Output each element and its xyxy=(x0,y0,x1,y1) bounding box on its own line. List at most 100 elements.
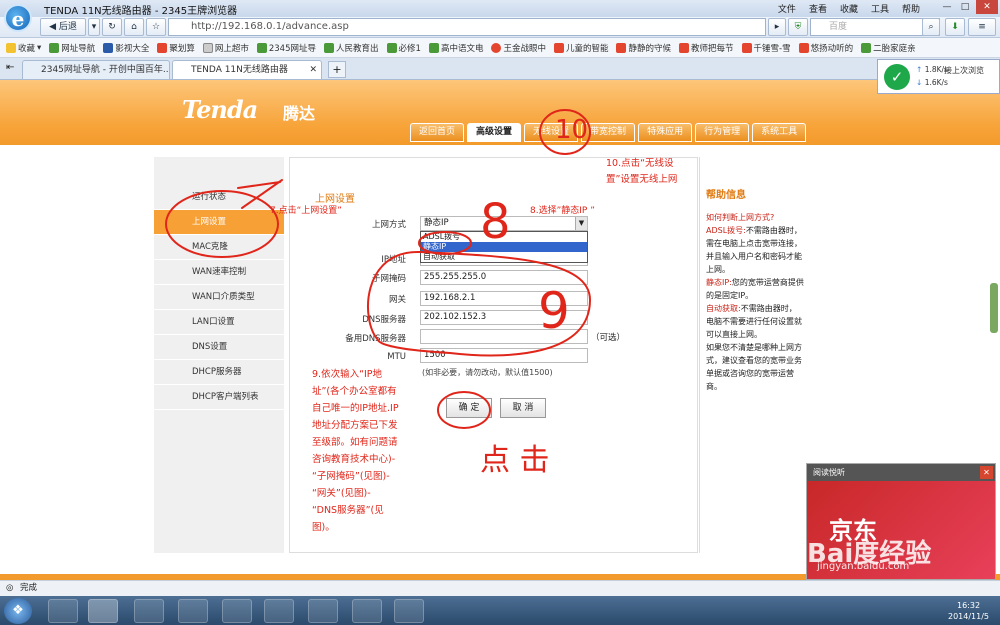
tab-label: TENDA 11N无线路由器 xyxy=(191,65,288,75)
bookmark-label: 教师把每节 xyxy=(691,43,734,54)
taskbar-folder-icon[interactable] xyxy=(352,599,382,623)
ad-header: 阅读悦听 ✕ xyxy=(807,464,995,481)
tab-2345[interactable]: 2345网址导航 - 开创中国百年... xyxy=(22,60,170,79)
bookmark-item[interactable]: 悠扬动听的 xyxy=(798,42,854,54)
bookmark-label: 王金战眼中 xyxy=(503,43,546,54)
annotation-step9-line: 图)。 xyxy=(312,522,335,533)
bookmark-label: 二胎家庭亲 xyxy=(873,43,916,54)
bookmark-item[interactable]: 二胎家庭亲 xyxy=(861,42,916,54)
bookmark-label: 收藏 xyxy=(18,43,36,54)
hand-number-eight: 8 xyxy=(480,194,511,250)
handdrawn-annotations: 10 8 9 点 击 xyxy=(165,109,592,478)
go-icon[interactable]: ▸ xyxy=(768,18,786,36)
circle-static-ip xyxy=(418,231,472,255)
scrollbar-thumb[interactable] xyxy=(990,283,998,333)
menu-help[interactable]: 帮助 xyxy=(902,2,920,15)
bookmark-label: 人民教育出 xyxy=(336,43,379,54)
ad-popup: 阅读悦听 ✕ 京东 Bai度经验 jingyan.baidu.com xyxy=(806,463,996,580)
status-bar: ◎ 完成 xyxy=(0,580,1000,596)
bookmark-item[interactable]: 收藏 ▾ xyxy=(6,42,41,54)
bookmark-item[interactable]: 王金战眼中 xyxy=(491,42,546,54)
taskbar-picture-icon[interactable] xyxy=(394,599,424,623)
bookmark-item[interactable]: 2345网址导 xyxy=(256,42,316,54)
maximize-button[interactable]: □ xyxy=(958,0,972,14)
bookmark-label: 影视大全 xyxy=(115,43,150,54)
bookmark-item[interactable]: 必修1 xyxy=(386,42,421,54)
ad-close-icon[interactable]: ✕ xyxy=(980,466,993,479)
hand-number-ten: 10 xyxy=(555,115,588,145)
address-bar[interactable]: http://192.168.0.1/advance.asp xyxy=(168,18,766,36)
home-icon[interactable]: ⌂ xyxy=(124,18,144,36)
bookmark-item[interactable]: 静静的守候 xyxy=(616,42,671,54)
page-margin-left xyxy=(0,145,154,575)
back-label: 后退 xyxy=(58,22,77,32)
download-icon[interactable]: ⬇ xyxy=(945,18,965,36)
shield-icon[interactable]: ⛨ xyxy=(788,18,808,36)
taskbar-k-icon[interactable] xyxy=(178,599,208,623)
window-title: TENDA 11N无线路由器 - 2345王牌浏览器 xyxy=(44,6,238,17)
menu-bar: 文件 查看 收藏 工具 帮助 xyxy=(778,2,920,15)
bookmark-item[interactable]: 教师把每节 xyxy=(679,42,734,54)
check-icon: ✓ xyxy=(884,64,910,90)
tab-list-icon[interactable]: ⇤ xyxy=(6,62,14,73)
taskbar-terminal-icon[interactable] xyxy=(264,599,294,623)
start-button[interactable]: ❖ xyxy=(4,598,32,624)
bookmark-label: 儿童的智能 xyxy=(565,43,609,54)
taskbar-ie-icon[interactable] xyxy=(48,599,78,623)
refresh-icon[interactable]: ↻ xyxy=(102,18,122,36)
taskbar-app-icon[interactable] xyxy=(308,599,338,623)
bookmark-item[interactable]: 千锤雪-雪 xyxy=(741,42,791,54)
bookmark-item[interactable]: 儿童的智能 xyxy=(553,42,609,54)
search-icon[interactable]: ⌕ xyxy=(922,18,940,36)
address-url: http://192.168.0.1/advance.asp xyxy=(191,21,349,32)
search-placeholder: 百度 xyxy=(829,22,848,32)
menu-file[interactable]: 文件 xyxy=(778,2,796,15)
annotation-step9-line: “DNS服务器”(见 xyxy=(312,505,384,516)
menu-icon[interactable]: ≡ xyxy=(968,18,996,36)
bookmark-item[interactable]: 网上超市 xyxy=(202,42,249,54)
clock-date: 2014/11/5 xyxy=(948,612,990,621)
download-speed-value: 1.6K/s xyxy=(924,78,948,87)
circle-ok-button xyxy=(437,391,491,429)
bookmark-label: 2345网址导 xyxy=(268,43,316,54)
baidu-watermark-url: jingyan.baidu.com xyxy=(817,561,910,572)
taskbar-browser-icon[interactable] xyxy=(88,599,118,623)
status-icon: ◎ xyxy=(6,583,14,593)
tab-tenda[interactable]: TENDA 11N无线路由器 ✕ xyxy=(172,60,322,79)
status-text: 完成 xyxy=(20,583,38,593)
download-speed: ↓ 1.6K/s xyxy=(916,78,948,87)
bookmark-item[interactable]: 人民教育出 xyxy=(324,42,379,54)
bookmark-label: 悠扬动听的 xyxy=(810,43,854,54)
bookmark-item[interactable]: 影视大全 xyxy=(103,42,149,54)
taskbar-firefox-icon[interactable] xyxy=(222,599,252,623)
search-input[interactable]: 百度 xyxy=(810,18,940,36)
bookmarks-bar: 收藏 ▾ 网址导航 影视大全 聚划算 网上超市 2345网址导 人民教育出 必修… xyxy=(0,38,1000,58)
menu-favorites[interactable]: 收藏 xyxy=(840,2,858,15)
menu-tools[interactable]: 工具 xyxy=(871,2,889,15)
circle-sidebar-internet xyxy=(165,190,279,258)
close-window-button[interactable]: ✕ xyxy=(976,0,998,14)
taskbar-film-icon[interactable] xyxy=(134,599,164,623)
bookmark-label: 静静的守候 xyxy=(628,43,671,54)
bookmark-item[interactable]: 高中语文电 xyxy=(428,42,484,54)
tab-close-icon[interactable]: ✕ xyxy=(309,61,317,79)
star-icon[interactable]: ☆ xyxy=(146,18,166,36)
browser-logo-icon: e xyxy=(4,4,32,32)
minimize-button[interactable]: — xyxy=(940,0,954,14)
back-button[interactable]: ◀ 后退 xyxy=(40,18,86,36)
resume-label[interactable]: 接上次浏览 xyxy=(944,65,984,76)
clock-time: 16:32 xyxy=(956,601,981,610)
ad-header-label: 阅读悦听 xyxy=(813,468,845,477)
hand-number-nine: 9 xyxy=(538,282,570,340)
bookmark-item[interactable]: 网址导航 xyxy=(49,42,95,54)
new-tab-button[interactable]: + xyxy=(328,61,346,78)
ad-banner[interactable]: 京东 Bai度经验 jingyan.baidu.com xyxy=(807,481,995,579)
bookmark-label: 必修1 xyxy=(398,43,421,54)
back-dropdown-icon[interactable]: ▾ xyxy=(88,18,100,36)
bookmark-label: 高中语文电 xyxy=(440,43,484,54)
menu-view[interactable]: 查看 xyxy=(809,2,827,15)
system-clock[interactable]: 16:32 2014/11/5 xyxy=(948,600,989,622)
bookmark-label: 网上超市 xyxy=(214,43,249,54)
bookmark-label: 聚划算 xyxy=(169,43,195,54)
bookmark-item[interactable]: 聚划算 xyxy=(157,42,195,54)
